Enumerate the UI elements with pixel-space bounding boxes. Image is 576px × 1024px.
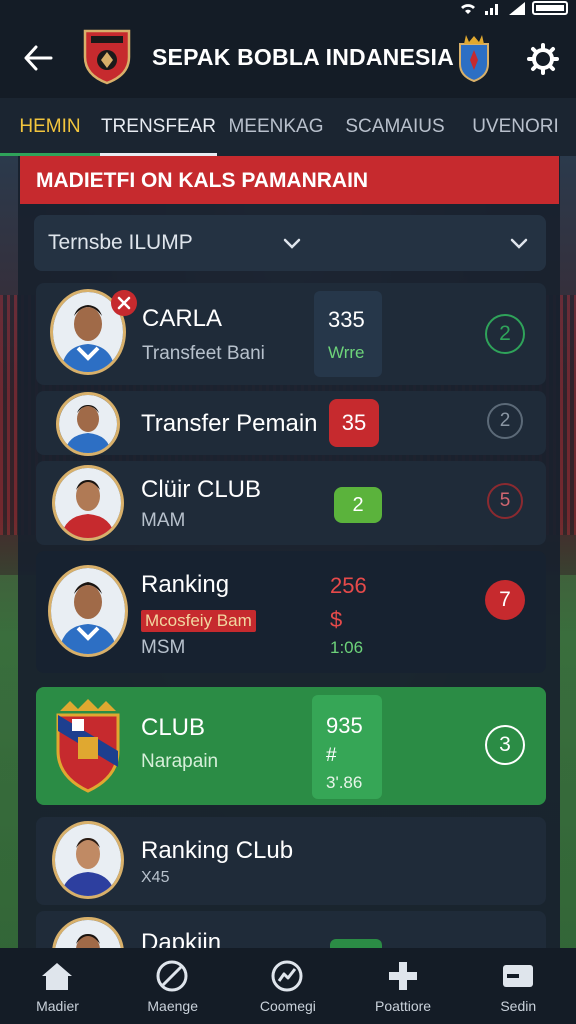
app-header: SEPAK BOBLA INDANESIA	[0, 20, 576, 98]
player-name: Ranking	[141, 571, 230, 598]
gear-icon	[527, 43, 559, 75]
bottom-navigation: Madier Maenge Coomegi Poattiore Sedin	[0, 948, 576, 1024]
chevron-down-icon[interactable]	[281, 232, 303, 254]
back-button[interactable]	[18, 40, 58, 76]
avatar	[52, 465, 124, 541]
club-name: Ranking CLub	[141, 837, 294, 864]
player-name: CARLA	[142, 305, 223, 332]
chart-icon	[269, 958, 305, 994]
rank-badge: 2	[487, 403, 523, 439]
stat-mid: $	[330, 607, 343, 632]
avatar	[48, 565, 128, 657]
tab-trensfear[interactable]: TRENSFEAR	[100, 98, 217, 156]
rank-badge: 7	[485, 580, 525, 620]
section-banner: MADIETFI ON KALS PAMANRAIN	[20, 156, 559, 204]
banner-title: MADIETFI ON KALS PAMANRAIN	[36, 169, 369, 192]
avatar	[52, 821, 124, 899]
settings-button[interactable]	[524, 40, 562, 78]
card-icon	[500, 958, 536, 994]
tab-meenkag[interactable]: MEENKAG	[217, 98, 335, 156]
transfer-count-badge: 35	[329, 399, 379, 447]
wifi-icon	[461, 4, 475, 14]
list-item[interactable]: Ranking CLub X45	[36, 817, 546, 905]
signal-icon	[485, 4, 498, 15]
club-subtitle: X45	[141, 869, 170, 886]
player-name: Transfer Pemain	[141, 410, 318, 437]
rank-badge: 3	[485, 725, 525, 765]
stat-mid: #	[326, 745, 337, 766]
list-item[interactable]: Transfer Pemain 35 2	[36, 391, 546, 456]
status-tag: Mcosfeiy Bam	[141, 610, 256, 632]
nav-item-madier[interactable]: Madier	[0, 948, 115, 1024]
stat-value: 256	[330, 573, 367, 598]
tab-scamaius[interactable]: SCAMAIUS	[335, 98, 455, 156]
list-item[interactable]: Clüir CLUB MAM 2 5	[36, 461, 546, 545]
stat-sub: 3'.86	[326, 773, 363, 792]
stat-sub: 1:06	[330, 638, 364, 657]
stat-box: 935 # 3'.86	[312, 695, 382, 799]
tab-bar: HEMIN TRENSFEAR MEENKAG SCAMAIUS UVENORI	[0, 98, 576, 156]
signal-icon	[509, 2, 525, 15]
arrow-left-icon	[24, 45, 53, 71]
player-subtitle: Transfeet Bani	[142, 343, 265, 364]
club-crest-icon	[56, 699, 120, 793]
nav-label: Coomegi	[259, 998, 316, 1014]
nav-item-poattiore[interactable]: Poattiore	[346, 948, 461, 1024]
stat-value: 335	[328, 307, 365, 332]
avatar	[52, 917, 124, 948]
plus-icon	[385, 958, 421, 994]
nav-label: Poattiore	[375, 998, 432, 1014]
club-subtitle: Narapain	[141, 751, 219, 772]
filter-label: Ternsbe ILUMP	[48, 231, 193, 254]
list-item[interactable]: Dapkiin	[36, 911, 546, 948]
rank-badge: 2	[485, 314, 525, 354]
player-name: Dapkiin	[141, 929, 222, 948]
club-crest-logo	[83, 29, 131, 85]
list-item-highlighted[interactable]: CLUB Narapain 935 # 3'.86 3	[36, 687, 546, 805]
nav-item-maenge[interactable]: Maenge	[115, 948, 230, 1024]
club-subtitle: MAM	[141, 510, 186, 531]
battery-icon	[532, 1, 568, 15]
club-name: Clüir CLUB	[141, 476, 262, 503]
stat-box: 335 Wrre	[314, 291, 382, 377]
nav-label: Madier	[36, 998, 79, 1014]
stat-sub: Wrre	[328, 343, 365, 362]
status-bar	[0, 0, 576, 20]
ban-icon	[154, 958, 190, 994]
filter-dropdown[interactable]: Ternsbe ILUMP	[34, 215, 546, 271]
nav-item-sedin[interactable]: Sedin	[461, 948, 576, 1024]
player-subtitle: MSM	[141, 637, 186, 658]
chevron-down-icon[interactable]	[508, 232, 530, 254]
score-badge: 2	[334, 487, 382, 523]
transfer-badge-icon	[111, 290, 137, 316]
rank-badge: 5	[487, 483, 523, 519]
list-item[interactable]: Ranking Mcosfeiy Bam MSM 256 $ 1:06 7	[36, 551, 546, 673]
score-badge	[330, 939, 382, 948]
app-title: SEPAK BOBLA INDANESIA	[152, 44, 454, 70]
list-item[interactable]: CARLA Transfeet Bani 335 Wrre 2	[36, 283, 546, 385]
nav-item-coomegi[interactable]: Coomegi	[230, 948, 345, 1024]
home-icon	[39, 958, 75, 994]
club-name: CLUB	[141, 714, 206, 741]
nav-label: Sedin	[500, 998, 537, 1014]
tab-uvenori[interactable]: UVENORI	[455, 98, 576, 156]
stat-value: 935	[326, 713, 363, 738]
avatar	[56, 392, 120, 456]
tab-hemin[interactable]: HEMIN	[0, 98, 100, 156]
federation-logo	[459, 35, 489, 82]
nav-label: Maenge	[147, 998, 198, 1014]
